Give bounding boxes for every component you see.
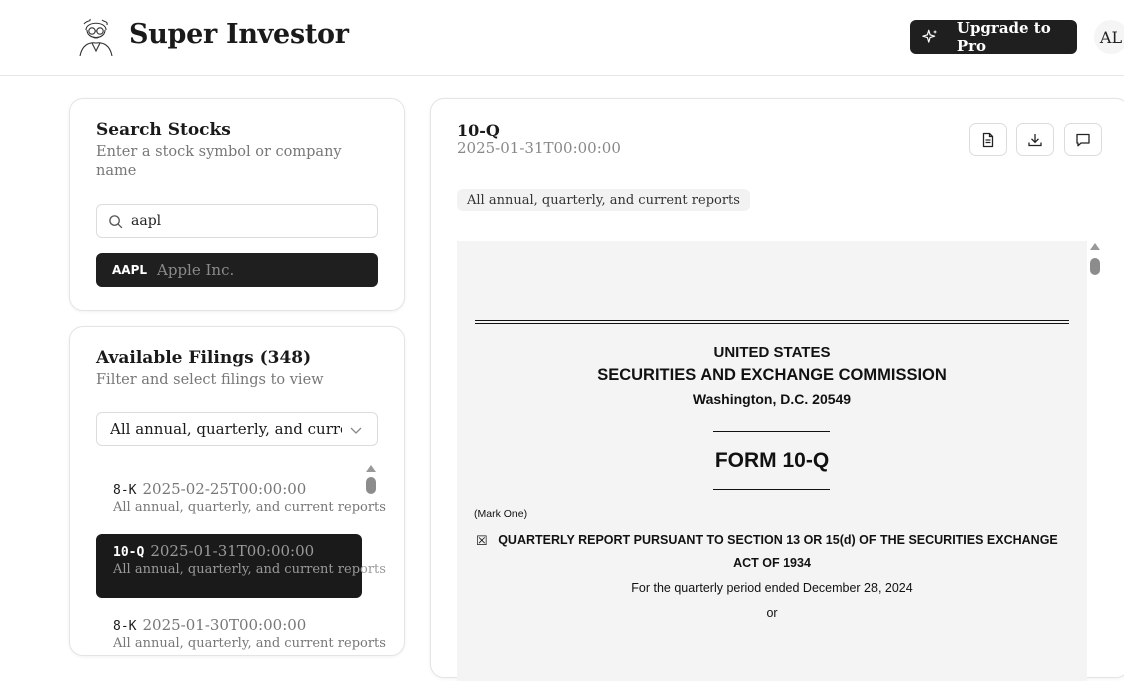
result-symbol: AAPL <box>112 263 148 277</box>
filing-type: 8-K <box>113 483 137 498</box>
app-header: Super Investor Upgrade to Pro AL <box>0 0 1124 76</box>
document-icon <box>982 132 994 147</box>
available-filings-card: Available Filings (348) Filter and selec… <box>69 326 405 656</box>
filing-type-select[interactable]: All annual, quarterly, and curren <box>96 412 378 446</box>
upgrade-to-pro-button[interactable]: Upgrade to Pro <box>910 19 1077 55</box>
doc-heading-address: Washington, D.C. 20549 <box>692 391 852 407</box>
search-result-item[interactable]: AAPL Apple Inc. <box>96 253 378 287</box>
filing-description: All annual, quarterly, and current repor… <box>113 636 386 651</box>
chevron-down-icon <box>350 427 362 434</box>
filings-card-subtitle: Filter and select filings to view <box>96 372 324 388</box>
download-button[interactable] <box>1016 123 1054 156</box>
search-card-title: Search Stocks <box>96 120 231 140</box>
doc-report-type-line: QUARTERLY REPORT PURSUANT TO SECTION 13 … <box>498 533 1058 547</box>
scroll-up-arrow[interactable] <box>1090 243 1100 250</box>
filing-title: 10-Q <box>457 121 500 140</box>
scroll-up-arrow[interactable] <box>366 465 376 472</box>
filings-card-title: Available Filings (348) <box>96 348 312 368</box>
doc-heading-united-states: UNITED STATES <box>713 344 831 361</box>
short-rule-divider <box>713 431 830 432</box>
doc-mark-one: (Mark One) <box>474 508 528 520</box>
double-rule-divider <box>475 320 1069 324</box>
filing-date: 2025-01-30T00:00:00 <box>142 616 307 634</box>
comment-icon <box>1076 133 1090 146</box>
filing-type: 10-Q <box>113 545 145 560</box>
filing-list-item-selected[interactable]: 10-Q 2025-01-31T00:00:00 All annual, quar… <box>96 534 386 598</box>
short-rule-divider <box>713 489 830 490</box>
filing-date: 2025-01-31T00:00:00 <box>457 139 621 157</box>
search-card-subtitle: Enter a stock symbol or company name <box>96 144 342 179</box>
doc-or-line: or <box>766 606 778 620</box>
stock-search-field[interactable] <box>96 204 378 238</box>
filing-viewer-card: 10-Q 2025-01-31T00:00:00 All annual, qua… <box>430 98 1124 681</box>
filing-description: All annual, quarterly, and current repor… <box>113 562 386 577</box>
brand-name[interactable]: Super Investor <box>129 19 349 50</box>
filing-date: 2025-01-31T00:00:00 <box>150 542 315 560</box>
filing-date: 2025-02-25T00:00:00 <box>142 480 307 498</box>
stock-search-input[interactable] <box>131 213 361 229</box>
sparkle-icon <box>922 29 938 43</box>
investor-portrait-logo[interactable] <box>74 16 118 56</box>
scroll-thumb[interactable] <box>1090 258 1100 275</box>
filings-list: 8-K 2025-02-25T00:00:00 All annual, quart… <box>96 463 386 655</box>
comment-button[interactable] <box>1064 123 1102 156</box>
doc-period-line: For the quarterly period ended December … <box>631 581 913 595</box>
viewer-scrollbar[interactable] <box>1089 243 1101 283</box>
search-stocks-card: Search Stocks Enter a stock symbol or co… <box>69 98 405 311</box>
upgrade-label: Upgrade to Pro <box>956 19 1051 55</box>
user-avatar[interactable]: AL <box>1094 20 1124 54</box>
filing-list-item[interactable]: 8-K 2025-01-30T00:00:00 All annual, quart… <box>96 608 386 655</box>
result-company-name: Apple Inc. <box>157 261 235 279</box>
doc-form-title: FORM 10-Q <box>714 449 830 472</box>
filing-category-badge: All annual, quarterly, and current repor… <box>457 189 750 211</box>
download-icon <box>1028 133 1042 146</box>
scroll-thumb[interactable] <box>366 477 376 494</box>
doc-report-type-line-2: ACT OF 1934 <box>733 556 811 570</box>
filing-type: 8-K <box>113 619 137 634</box>
document-viewer[interactable]: UNITED STATES SECURITIES AND EXCHANGE CO… <box>457 241 1087 681</box>
filing-type-selected: All annual, quarterly, and curren <box>110 420 342 438</box>
view-document-button[interactable] <box>969 123 1007 156</box>
filing-description: All annual, quarterly, and current repor… <box>113 500 386 515</box>
filings-scrollbar[interactable] <box>365 465 377 505</box>
search-icon <box>109 214 123 228</box>
filing-list-item[interactable]: 8-K 2025-02-25T00:00:00 All annual, quart… <box>96 472 386 536</box>
doc-heading-sec: SECURITIES AND EXCHANGE COMMISSION <box>597 366 947 384</box>
